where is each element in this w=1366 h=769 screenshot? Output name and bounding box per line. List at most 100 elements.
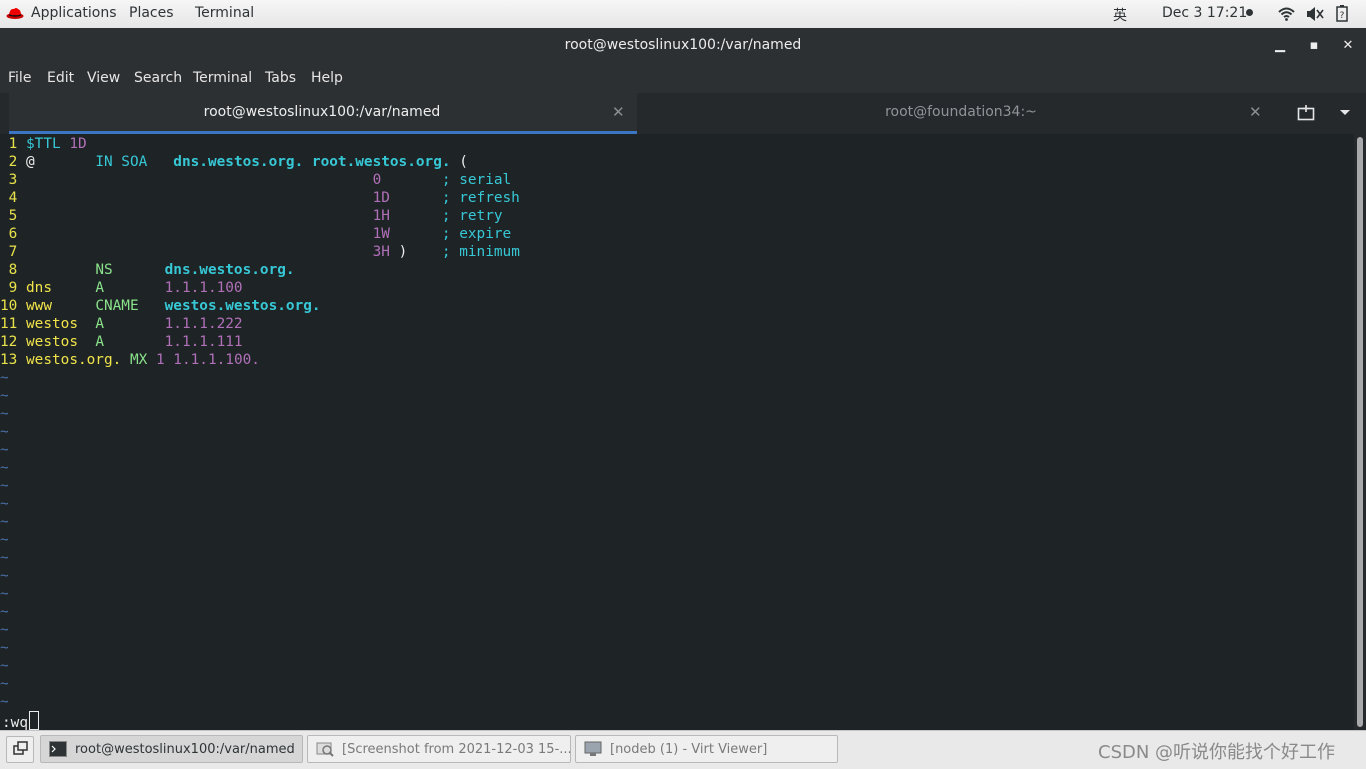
menu-tabs[interactable]: Tabs xyxy=(265,70,296,86)
code-token: 1D xyxy=(69,136,87,152)
wifi-icon[interactable] xyxy=(1278,7,1295,21)
code-token: 1.1.1.111 xyxy=(164,334,243,350)
code-token: ; retry xyxy=(441,208,503,224)
empty-line-tilde: ~ xyxy=(0,586,9,602)
empty-line-tilde: ~ xyxy=(0,478,9,494)
code-token: $TTL xyxy=(26,136,70,152)
empty-line-tilde: ~ xyxy=(0,442,9,458)
maximize-button[interactable]: ▪ xyxy=(1304,36,1324,56)
redhat-logo-icon[interactable] xyxy=(6,6,24,20)
line-number: 3 xyxy=(0,172,18,188)
places-menu[interactable]: Places xyxy=(129,5,174,21)
svg-text:?: ? xyxy=(1340,11,1345,21)
line-number: 6 xyxy=(0,226,18,242)
taskbar-item-virt-viewer[interactable]: [nodeb (1) - Virt Viewer] xyxy=(575,735,838,763)
menu-terminal[interactable]: Terminal xyxy=(193,70,252,86)
line-number: 12 xyxy=(0,334,18,350)
code-token: A xyxy=(95,334,165,350)
close-button[interactable]: ✕ xyxy=(1338,36,1358,56)
applications-menu[interactable]: Applications xyxy=(31,5,117,21)
empty-line-tilde: ~ xyxy=(0,676,9,692)
window-titlebar[interactable]: root@westoslinux100:/var/named ▁ ▪ ✕ xyxy=(0,28,1366,64)
vim-command: :wq xyxy=(2,715,28,730)
menu-help[interactable]: Help xyxy=(311,70,343,86)
terminal-app-menu[interactable]: Terminal xyxy=(195,5,254,21)
input-method-indicator[interactable]: 英 xyxy=(1113,5,1127,25)
show-desktop-button[interactable] xyxy=(6,736,34,763)
battery-unknown-icon[interactable]: ? xyxy=(1336,5,1348,22)
line-number: 4 xyxy=(0,190,18,206)
empty-line-tilde: ~ xyxy=(0,550,9,566)
tab-bar: root@westoslinux100:/var/named ✕ root@fo… xyxy=(0,93,1366,134)
windows-icon xyxy=(13,741,28,755)
line-number: 11 xyxy=(0,316,18,332)
editor-line: 6 1W ; expire xyxy=(0,225,512,243)
vim-command-line[interactable]: :wq xyxy=(2,711,39,730)
scrollbar-thumb[interactable] xyxy=(1357,137,1363,727)
code-token: www xyxy=(26,298,96,314)
code-token: ; minimum xyxy=(441,244,520,260)
tab-menu-chevron-down-icon[interactable] xyxy=(1339,109,1351,117)
line-number: 1 xyxy=(0,136,18,152)
tab-westoslinux100[interactable]: root@westoslinux100:/var/named ✕ xyxy=(9,93,637,134)
empty-line-tilde: ~ xyxy=(0,460,9,476)
empty-line-tilde: ~ xyxy=(0,424,9,440)
menu-search[interactable]: Search xyxy=(134,70,182,86)
taskbar: root@westoslinux100:/var/named [Screensh… xyxy=(0,730,1366,769)
tab-close-icon[interactable]: ✕ xyxy=(1249,103,1262,121)
taskbar-item-label: root@westoslinux100:/var/named xyxy=(75,742,295,757)
monitor-icon xyxy=(584,741,602,756)
editor-line: 1 $TTL 1D xyxy=(0,135,87,153)
taskbar-item-terminal[interactable]: root@westoslinux100:/var/named xyxy=(40,735,303,763)
clock[interactable]: Dec 3 17:21 xyxy=(1162,5,1247,21)
tab-foundation34[interactable]: root@foundation34:~ ✕ xyxy=(638,93,1278,134)
line-number: 10 xyxy=(0,298,18,314)
menu-view[interactable]: View xyxy=(87,70,120,86)
empty-line-tilde: ~ xyxy=(0,406,9,422)
code-token: westos xyxy=(26,316,96,332)
empty-line-tilde: ~ xyxy=(0,640,9,656)
new-tab-icon[interactable] xyxy=(1297,104,1315,122)
minimize-button[interactable]: ▁ xyxy=(1270,36,1290,56)
code-token: 3H xyxy=(372,244,399,260)
terminal-view[interactable]: :wq 1 $TTL 1D 2 @ IN SOA dns.westos.org.… xyxy=(0,134,1354,730)
code-token: ) xyxy=(398,244,442,260)
tab-label: root@foundation34:~ xyxy=(885,104,1037,120)
code-token: ; serial xyxy=(441,172,512,188)
tab-close-icon[interactable]: ✕ xyxy=(612,103,625,121)
editor-line: 13 westos.org. MX 1 1.1.1.100. xyxy=(0,351,260,369)
line-number: 13 xyxy=(0,352,18,368)
editor-line: 12 westos A 1.1.1.111 xyxy=(0,333,243,351)
line-number: 9 xyxy=(0,280,18,296)
taskbar-item-label: [Screenshot from 2021-12-03 15-... xyxy=(342,742,572,757)
menu-file[interactable]: File xyxy=(8,70,31,86)
editor-line: 3 0 ; serial xyxy=(0,171,512,189)
code-token: 1H xyxy=(372,208,442,224)
line-number: 8 xyxy=(0,262,18,278)
empty-line-tilde: ~ xyxy=(0,388,9,404)
editor-line: 10 www CNAME westos.westos.org. xyxy=(0,297,321,315)
code-token: CNAME xyxy=(95,298,165,314)
code-token: 1.1.1.222 xyxy=(164,316,243,332)
editor-line: 9 dns A 1.1.1.100 xyxy=(0,279,243,297)
line-number: 7 xyxy=(0,244,18,260)
code-token: 1W xyxy=(372,226,442,242)
code-token: westos xyxy=(26,334,96,350)
code-token: A xyxy=(95,280,165,296)
volume-muted-icon[interactable] xyxy=(1305,6,1325,22)
window-title: root@westoslinux100:/var/named xyxy=(564,37,802,53)
tab-label: root@westoslinux100:/var/named xyxy=(203,104,441,120)
code-token: ; expire xyxy=(441,226,512,242)
menu-edit[interactable]: Edit xyxy=(47,70,74,86)
terminal-scrollbar[interactable] xyxy=(1354,134,1366,730)
empty-line-tilde: ~ xyxy=(0,568,9,584)
code-token: dns.westos.org. xyxy=(164,262,295,278)
line-number: 5 xyxy=(0,208,18,224)
empty-line-tilde: ~ xyxy=(0,514,9,530)
taskbar-item-screenshot[interactable]: [Screenshot from 2021-12-03 15-... xyxy=(307,735,572,763)
